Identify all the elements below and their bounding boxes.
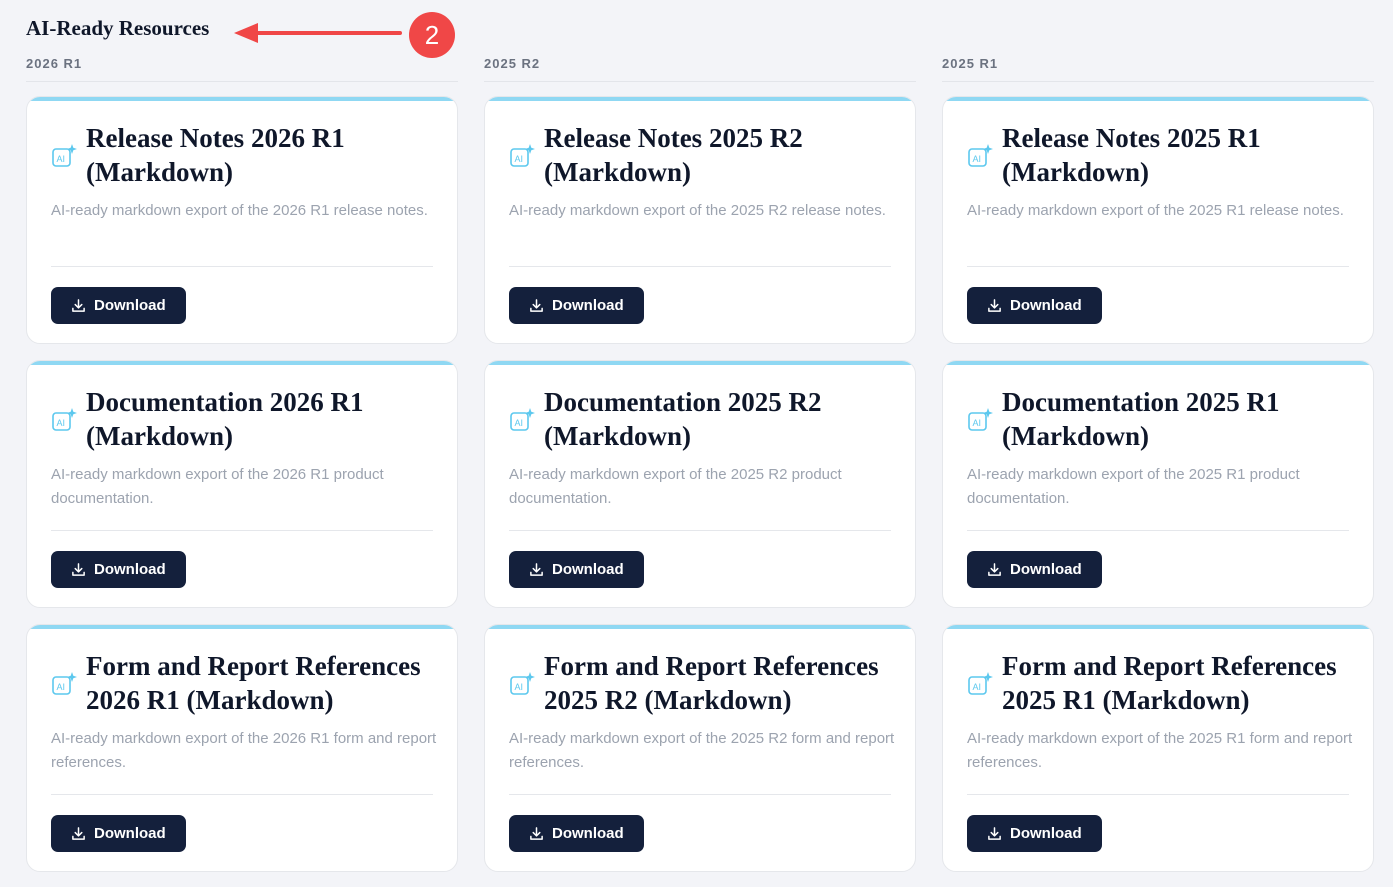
download-label: Download — [552, 297, 624, 314]
card-description: AI-ready markdown export of the 2025 R2 … — [509, 202, 886, 219]
ai-sparkle-icon: AI — [968, 408, 993, 431]
download-icon — [72, 827, 85, 840]
resource-card: AI Release Notes 2025 R1 (Markdown) AI-r… — [942, 96, 1374, 344]
annotation-arrow-icon — [234, 23, 402, 43]
svg-text:AI: AI — [515, 682, 524, 692]
resource-card: AI Documentation 2025 R2 (Markdown) AI-r… — [484, 360, 916, 608]
card-divider — [967, 266, 1349, 267]
card-description: AI-ready markdown export of the 2025 R1 … — [967, 466, 1300, 507]
card-title: Release Notes 2025 R2 (Markdown) — [544, 123, 803, 187]
resource-card: AI Release Notes 2025 R2 (Markdown) AI-r… — [484, 96, 916, 344]
download-icon — [988, 299, 1001, 312]
card-divider — [509, 530, 891, 531]
resource-card: AI Form and Report References 2026 R1 (M… — [26, 624, 458, 872]
download-button[interactable]: Download — [509, 551, 644, 588]
download-label: Download — [1010, 297, 1082, 314]
card-description: AI-ready markdown export of the 2026 R1 … — [51, 730, 437, 771]
download-icon — [72, 299, 85, 312]
card-title: Documentation 2026 R1 (Markdown) — [86, 387, 364, 451]
download-label: Download — [1010, 561, 1082, 578]
card-title: Release Notes 2026 R1 (Markdown) — [86, 123, 345, 187]
card-description: AI-ready markdown export of the 2026 R1 … — [51, 202, 428, 219]
card-divider — [509, 266, 891, 267]
card-description: AI-ready markdown export of the 2025 R2 … — [509, 466, 842, 507]
resource-card: AI Documentation 2026 R1 (Markdown) AI-r… — [26, 360, 458, 608]
ai-sparkle-icon: AI — [510, 672, 535, 695]
column-header: 2025 R1 — [942, 54, 1374, 82]
download-label: Download — [552, 561, 624, 578]
card-title: Form and Report References 2026 R1 (Mark… — [86, 651, 421, 715]
svg-text:AI: AI — [973, 682, 982, 692]
svg-text:AI: AI — [57, 682, 66, 692]
ai-sparkle-icon: AI — [968, 672, 993, 695]
download-button[interactable]: Download — [51, 815, 186, 852]
annotation-badge: 2 — [409, 12, 455, 58]
download-icon — [72, 563, 85, 576]
card-title: Release Notes 2025 R1 (Markdown) — [1002, 123, 1261, 187]
resource-card: AI Form and Report References 2025 R2 (M… — [484, 624, 916, 872]
resource-card: AI Documentation 2025 R1 (Markdown) AI-r… — [942, 360, 1374, 608]
card-description: AI-ready markdown export of the 2026 R1 … — [51, 466, 384, 507]
download-icon — [530, 563, 543, 576]
card-description: AI-ready markdown export of the 2025 R1 … — [967, 730, 1353, 771]
card-divider — [51, 266, 433, 267]
svg-text:AI: AI — [515, 154, 524, 164]
svg-text:AI: AI — [57, 154, 66, 164]
download-label: Download — [94, 561, 166, 578]
card-title: Documentation 2025 R2 (Markdown) — [544, 387, 822, 451]
download-button[interactable]: Download — [51, 551, 186, 588]
download-label: Download — [552, 825, 624, 842]
download-button[interactable]: Download — [51, 287, 186, 324]
ai-sparkle-icon: AI — [968, 144, 993, 167]
download-icon — [988, 827, 1001, 840]
card-title: Form and Report References 2025 R2 (Mark… — [544, 651, 879, 715]
download-label: Download — [1010, 825, 1082, 842]
download-button[interactable]: Download — [967, 287, 1102, 324]
card-divider — [509, 794, 891, 795]
card-title: Documentation 2025 R1 (Markdown) — [1002, 387, 1280, 451]
download-icon — [988, 563, 1001, 576]
resource-card: AI Form and Report References 2025 R1 (M… — [942, 624, 1374, 872]
svg-text:AI: AI — [973, 418, 982, 428]
card-divider — [51, 530, 433, 531]
column-2025-r2: 2025 R2 AI Release Notes 2025 R2 (Markdo… — [484, 54, 916, 872]
column-2026-r1: 2026 R1 AI Release Notes 2026 R1 (Markdo… — [26, 54, 458, 872]
ai-sparkle-icon: AI — [52, 672, 77, 695]
download-button[interactable]: Download — [967, 815, 1102, 852]
section-title: AI-Ready Resources — [26, 16, 210, 40]
download-button[interactable]: Download — [509, 815, 644, 852]
card-description: AI-ready markdown export of the 2025 R2 … — [509, 730, 895, 771]
svg-text:AI: AI — [515, 418, 524, 428]
ai-sparkle-icon: AI — [510, 408, 535, 431]
card-divider — [967, 794, 1349, 795]
column-header: 2026 R1 — [26, 54, 458, 82]
card-divider — [51, 794, 433, 795]
column-2025-r1: 2025 R1 AI Release Notes 2025 R1 (Markdo… — [942, 54, 1374, 872]
card-title: Form and Report References 2025 R1 (Mark… — [1002, 651, 1337, 715]
download-label: Download — [94, 297, 166, 314]
card-divider — [967, 530, 1349, 531]
svg-text:AI: AI — [57, 418, 66, 428]
ai-sparkle-icon: AI — [510, 144, 535, 167]
download-icon — [530, 827, 543, 840]
ai-sparkle-icon: AI — [52, 408, 77, 431]
download-icon — [530, 299, 543, 312]
download-label: Download — [94, 825, 166, 842]
download-button[interactable]: Download — [967, 551, 1102, 588]
svg-text:AI: AI — [973, 154, 982, 164]
download-button[interactable]: Download — [509, 287, 644, 324]
card-description: AI-ready markdown export of the 2025 R1 … — [967, 202, 1344, 219]
resource-card: AI Release Notes 2026 R1 (Markdown) AI-r… — [26, 96, 458, 344]
ai-sparkle-icon: AI — [52, 144, 77, 167]
column-header: 2025 R2 — [484, 54, 916, 82]
